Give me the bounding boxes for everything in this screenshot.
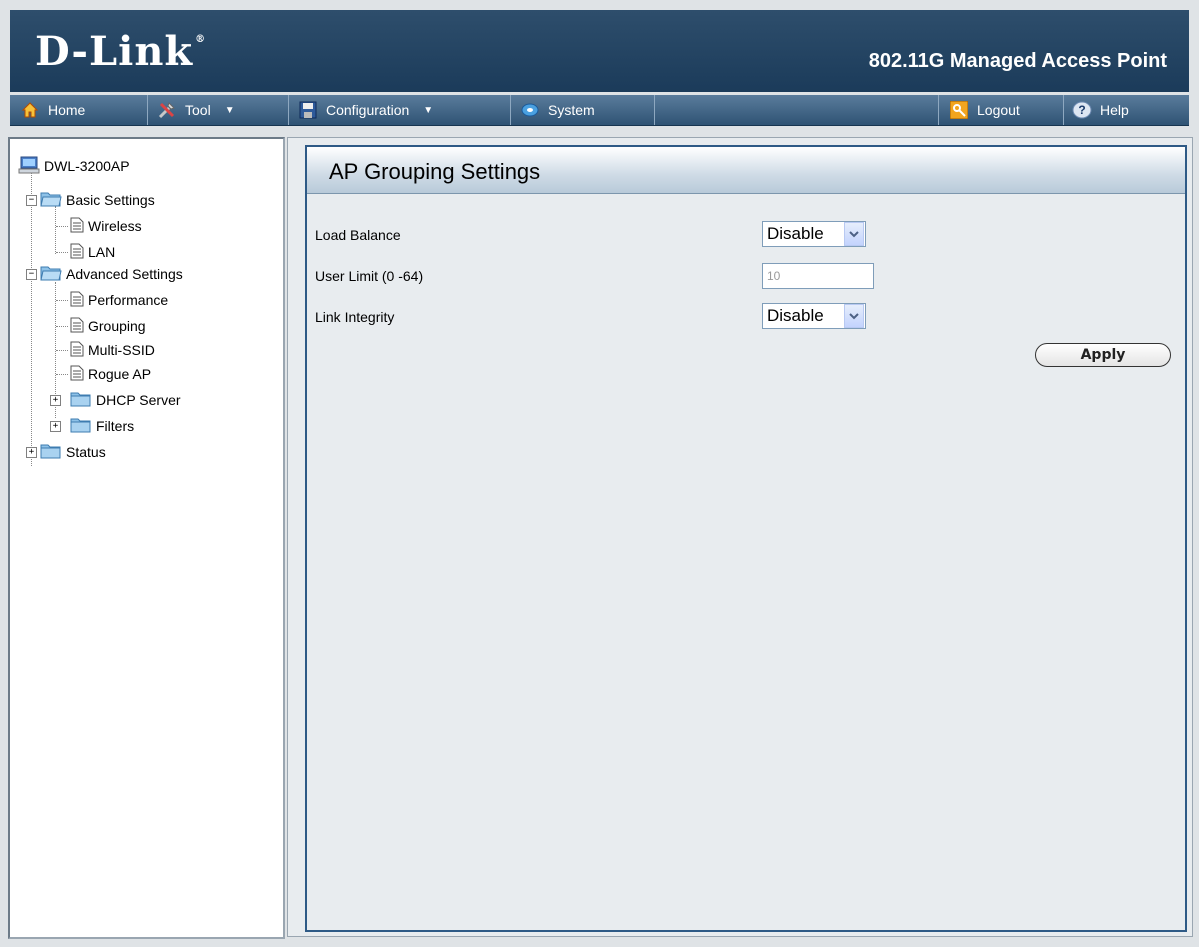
product-title: 802.11G Managed Access Point [868,50,1167,72]
tree-filters-label: Filters [96,418,135,434]
home-menu[interactable]: Home [10,95,148,125]
folder-open-icon [40,190,62,211]
page-icon [70,291,84,310]
chevron-down-icon[interactable] [844,222,864,246]
folder-open-icon [40,264,62,285]
floppy-icon [298,100,318,120]
computer-icon [18,155,40,178]
user-limit-label: User Limit (0 -64) [315,268,424,284]
apply-button[interactable]: Apply [1035,343,1171,367]
link-integrity-label: Link Integrity [315,309,395,325]
help-label: Help [1100,102,1129,118]
tree-lan[interactable]: LAN [70,241,115,263]
tree-performance[interactable]: Performance [70,289,168,311]
tool-label: Tool [185,102,211,118]
folder-icon [70,416,92,437]
logout-button[interactable]: Logout [938,95,1064,125]
tree-root-label: DWL-3200AP [44,158,130,174]
page-title: AP Grouping Settings [329,159,541,184]
load-balance-label: Load Balance [315,227,401,243]
load-balance-select[interactable]: Disable [762,221,866,247]
expand-icon[interactable]: + [50,394,61,406]
tree-advanced-settings[interactable]: − Advanced Settings [26,263,183,285]
home-icon [20,100,40,120]
tree-status[interactable]: + Status [26,441,106,463]
link-integrity-value: Disable [767,306,824,325]
expand-icon[interactable]: + [50,420,61,432]
tree-rogue-ap[interactable]: Rogue AP [70,363,151,385]
folder-icon [70,390,92,411]
tree-root[interactable]: DWL-3200AP [18,155,130,177]
page-icon [70,217,84,236]
toolbar: Home Tool ▼ Configuration ▼ System Logou… [10,95,1189,126]
configuration-menu[interactable]: Configuration ▼ [288,95,511,125]
system-label: System [548,102,595,118]
home-label: Home [48,102,86,118]
tree-multi-ssid[interactable]: Multi-SSID [70,339,155,361]
system-menu[interactable]: System [510,95,655,125]
tree-lan-label: LAN [88,244,116,260]
svg-text:?: ? [1078,103,1085,117]
tree-grouping[interactable]: Grouping [70,315,146,337]
user-limit-input[interactable] [762,263,874,289]
dlink-logo: D-Link ® [35,28,207,75]
tree-basic-settings[interactable]: − Basic Settings [26,189,155,211]
navigation-tree: DWL-3200AP − Basic Settings Wireless LAN… [8,137,285,939]
tree-performance-label: Performance [88,292,169,308]
settings-panel: AP Grouping Settings Load Balance Disabl… [305,145,1187,932]
page-icon [70,243,84,262]
page-icon [70,365,84,384]
tree-grouping-label: Grouping [88,318,146,334]
configuration-label: Configuration [326,102,410,118]
chevron-down-icon: ▼ [423,104,434,116]
chevron-down-icon[interactable] [844,304,864,328]
page-icon [70,317,84,336]
collapse-icon[interactable]: − [26,194,37,206]
load-balance-value: Disable [767,224,824,243]
link-integrity-select[interactable]: Disable [762,303,866,329]
chevron-down-icon: ▼ [224,104,235,116]
collapse-icon[interactable]: − [26,268,37,280]
tool-icon [157,100,177,120]
tree-status-label: Status [66,444,106,460]
tree-rogue-ap-label: Rogue AP [88,366,152,382]
tree-multi-ssid-label: Multi-SSID [88,342,155,358]
section-header: AP Grouping Settings [307,147,1185,194]
help-icon: ? [1072,100,1092,120]
key-icon [949,100,969,120]
tool-menu[interactable]: Tool ▼ [147,95,289,125]
tree-filters[interactable]: + Filters [50,415,134,437]
folder-icon [40,442,62,463]
help-button[interactable]: ? Help [1062,95,1189,125]
system-icon [520,100,540,120]
tree-dhcp-server-label: DHCP Server [96,392,181,408]
page-icon [70,341,84,360]
header-band: D-Link ® 802.11G Managed Access Point [10,10,1189,92]
tree-wireless-label: Wireless [88,218,142,234]
tree-wireless[interactable]: Wireless [70,215,142,237]
header: D-Link ® 802.11G Managed Access Point [0,0,1199,95]
tree-basic-settings-label: Basic Settings [66,192,155,208]
logout-label: Logout [977,102,1020,118]
tree-advanced-settings-label: Advanced Settings [66,266,183,282]
expand-icon[interactable]: + [26,446,37,458]
tree-dhcp-server[interactable]: + DHCP Server [50,389,181,411]
